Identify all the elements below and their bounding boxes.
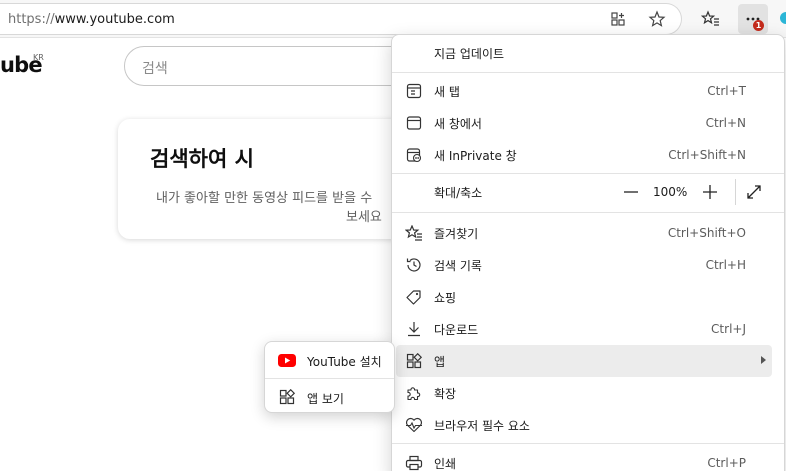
fullscreen-button[interactable] [743,181,765,203]
menu-item-new-window[interactable]: 새 창에서 Ctrl+N [392,107,784,139]
submenu-item-label: 앱 보기 [307,392,344,406]
menu-divider [392,212,784,213]
menu-item-shortcut: Ctrl+P [707,456,746,470]
menu-item-update[interactable]: 지금 업데이트 [392,37,784,69]
menu-item-browser-essentials[interactable]: 브라우저 필수 요소 [392,409,784,441]
menu-item-extensions[interactable]: 확장 [392,377,784,409]
settings-menu: 지금 업데이트 새 탭 Ctrl+T 새 창에서 Ctrl+N 새 InPriv… [391,34,785,471]
youtube-play-icon [277,351,297,369]
menu-item-label: 인쇄 [434,457,457,471]
new-window-icon [404,113,424,133]
youtube-card-text-continued: 보세요 [346,210,382,225]
chevron-right-icon [761,356,766,364]
menu-divider [392,173,784,174]
youtube-region-label: KR [33,53,44,62]
menu-item-downloads[interactable]: 다운로드 Ctrl+J [392,313,784,345]
url-host: www.youtube.com [54,12,175,27]
menu-item-history[interactable]: 검색 기록 Ctrl+H [392,249,784,281]
menu-item-label: 쇼핑 [434,291,457,305]
submenu-divider [265,378,394,379]
zoom-label: 확대/축소 [434,186,483,200]
menu-item-shortcut: Ctrl+Shift+O [667,226,746,240]
history-icon [404,255,424,275]
submenu-item-install-youtube[interactable]: YouTube 설치 [265,344,394,376]
menu-item-label: 새 창에서 [434,117,482,131]
youtube-card-title: 검색하여 시 [150,147,254,171]
menu-divider [392,443,784,444]
youtube-search-input[interactable]: 검색 [124,46,424,86]
youtube-card-text: 내가 좋아할 만한 동영상 피드를 받을 수 [156,191,373,206]
apps-icon [404,351,424,371]
copilot-icon[interactable] [780,12,786,24]
url-protocol: https:// [8,12,55,27]
inprivate-window-icon [404,145,424,165]
menu-item-label: 검색 기록 [434,259,482,273]
menu-item-shortcut: Ctrl+T [707,84,746,98]
shopping-tag-icon [404,287,424,307]
menu-item-label: 확장 [434,387,457,401]
menu-item-new-tab[interactable]: 새 탭 Ctrl+T [392,75,784,107]
download-icon [404,319,424,339]
browser-window: https://www.youtube.com 1 ube KR 검색 검색하여… [0,0,786,471]
menu-item-label: 지금 업데이트 [434,47,505,61]
menu-item-shortcut: Ctrl+H [705,258,746,272]
zoom-in-button[interactable] [700,182,720,202]
menu-item-shortcut: Ctrl+J [711,322,746,336]
printer-icon [404,453,424,471]
new-tab-icon [404,81,424,101]
plus-icon [703,185,717,199]
menu-item-print[interactable]: 인쇄 Ctrl+P [392,447,784,471]
submenu-item-label: YouTube 설치 [307,355,382,369]
menu-item-shortcut: Ctrl+N [705,116,746,130]
add-favorite-star-icon[interactable] [642,4,672,34]
menu-item-label: 새 InPrivate 창 [434,149,517,163]
url-text[interactable]: https://www.youtube.com [8,12,175,27]
favorites-bar-icon[interactable] [696,4,726,34]
search-placeholder: 검색 [142,61,168,77]
menu-item-label: 앱 [434,355,446,369]
minus-icon [624,191,638,193]
heart-pulse-icon [404,415,424,435]
menu-item-label: 즐겨찾기 [434,227,479,241]
menu-item-shortcut: Ctrl+Shift+N [668,148,746,162]
menu-item-new-inprivate[interactable]: 새 InPrivate 창 Ctrl+Shift+N [392,139,784,171]
zoom-level: 100% [653,185,688,199]
settings-more-button[interactable]: 1 [738,4,768,34]
menu-item-favorites[interactable]: 즐겨찾기 Ctrl+Shift+O [392,217,784,249]
extensions-puzzle-icon [404,383,424,403]
notification-badge: 1 [753,20,764,31]
expand-arrows-icon [747,185,761,199]
menu-item-label: 새 탭 [434,85,460,99]
address-bar[interactable]: https://www.youtube.com [0,3,682,35]
browser-toolbar: https://www.youtube.com 1 [0,0,786,38]
apps-grid-icon [277,388,297,406]
apps-submenu: YouTube 설치 앱 보기 [264,341,395,413]
menu-item-apps[interactable]: 앱 [396,345,772,377]
zoom-out-button[interactable] [621,182,641,202]
menu-item-label: 다운로드 [434,323,479,337]
menu-item-shopping[interactable]: 쇼핑 [392,281,784,313]
submenu-item-view-apps[interactable]: 앱 보기 [265,381,394,413]
menu-item-zoom: 확대/축소 [392,176,612,208]
apps-available-icon[interactable] [603,4,633,34]
menu-item-label: 브라우저 필수 요소 [434,419,530,433]
menu-divider [392,72,784,73]
favorites-icon [404,223,424,243]
zoom-divider [735,179,736,205]
